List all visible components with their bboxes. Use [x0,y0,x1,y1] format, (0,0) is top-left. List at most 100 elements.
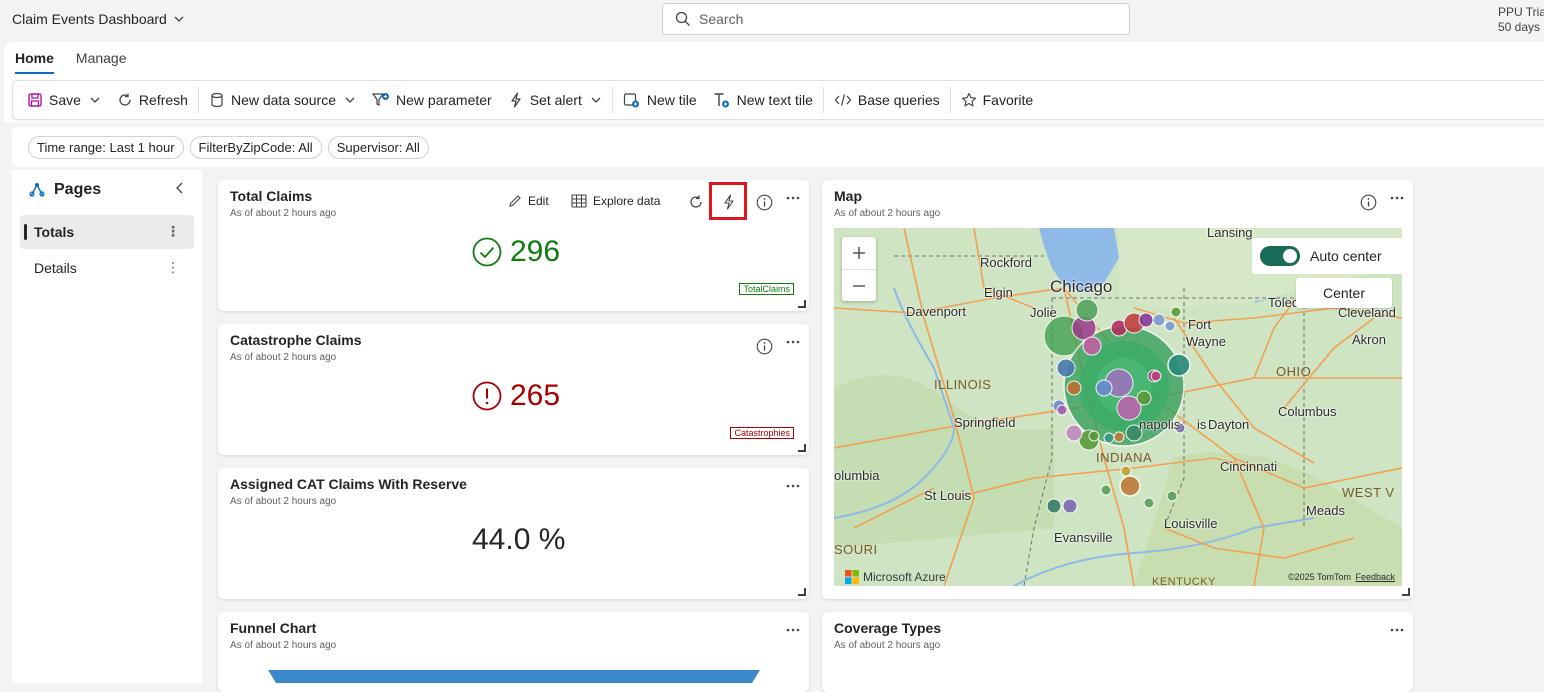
edit-icon [508,194,522,208]
new-text-tile-button[interactable]: New text tile [705,85,821,115]
city-label: Jolie [1030,305,1057,320]
toggle-switch[interactable] [1260,246,1300,266]
check-circle-icon [472,237,502,267]
new-parameter-button[interactable]: New parameter [364,85,500,115]
kpi-tag: Catastrophies [730,427,794,439]
search-placeholder: Search [699,11,744,27]
more-options-icon[interactable] [785,622,801,638]
explore-data-label: Explore data [593,194,661,208]
tile-title: Catastrophe Claims [230,332,362,348]
info-icon[interactable] [756,194,773,211]
tile-assigned-cat-claims[interactable]: Assigned CAT Claims With Reserve As of a… [218,468,809,599]
edit-label: Edit [528,194,549,208]
resize-handle[interactable] [798,588,806,596]
table-icon [571,194,587,208]
funnel-bar [268,670,760,683]
trial-days: 50 days l [1498,20,1544,34]
zoom-control [842,237,876,301]
map-attribution: Microsoft Azure [845,570,946,584]
feedback-link[interactable]: Feedback [1356,572,1396,582]
time-range-filter[interactable]: Time range: Last 1 hour [28,135,184,159]
toolbar: Save Refresh New data source New paramet… [12,80,1544,120]
refresh-icon [117,92,133,108]
auto-center-label: Auto center [1310,248,1382,264]
supervisor-filter[interactable]: Supervisor: All [327,135,429,159]
tab-home[interactable]: Home [15,50,54,74]
kpi-value: 265 [472,379,560,413]
chevron-down-icon [173,13,185,25]
more-options-icon[interactable] [785,334,801,350]
zoom-in-button[interactable] [842,237,876,269]
city-label: Wayne [1186,334,1226,349]
refresh-icon[interactable] [688,194,704,210]
new-tile-label: New tile [646,92,697,108]
attribution-text: Microsoft Azure [863,570,946,584]
save-button[interactable]: Save [13,85,109,115]
tile-coverage-types[interactable]: Coverage Types As of about 2 hours ago [822,612,1413,692]
info-icon[interactable] [1360,194,1377,211]
center-button[interactable]: Center [1296,278,1392,308]
kpi-number: 265 [510,379,561,412]
resize-handle[interactable] [798,444,806,452]
refresh-button[interactable]: Refresh [109,85,196,115]
copyright-text: ©2025 TomTom [1288,572,1351,582]
highlight-box [709,182,747,220]
state-label: WEST V [1342,485,1395,500]
info-icon[interactable] [756,338,773,355]
new-text-tile-label: New text tile [736,92,813,108]
pages-header: Pages [28,181,101,199]
tile-catastrophe-claims[interactable]: Catastrophe Claims As of about 2 hours a… [218,324,809,455]
refresh-label: Refresh [138,92,188,108]
trial-status[interactable]: PPU Trial 50 days l [1498,5,1544,35]
city-label: olumbia [834,468,880,483]
toolbar-divider [822,87,824,113]
kpi-number: 44.0 % [472,523,566,556]
chevron-down-icon[interactable] [89,94,101,106]
explore-data-button[interactable]: Explore data [571,194,660,208]
collapse-pane-button[interactable] [174,181,186,195]
edit-tile-button[interactable]: Edit [508,194,549,208]
set-alert-button[interactable]: Set alert [500,85,610,115]
warning-circle-icon [472,381,502,411]
chevron-down-icon[interactable] [590,94,602,106]
tile-title: Coverage Types [834,620,942,636]
city-label: Chicago [1050,277,1113,296]
trial-label: PPU Trial [1498,5,1544,19]
lightning-icon [508,92,524,108]
page-item-details[interactable]: Details ⋮ [20,251,194,285]
zipcode-filter[interactable]: FilterByZipCode: All [189,135,322,159]
tile-funnel-chart[interactable]: Funnel Chart As of about 2 hours ago [218,612,809,692]
tab-manage[interactable]: Manage [76,50,127,74]
dashboard-title-menu[interactable]: Claim Events Dashboard [12,11,185,27]
new-data-source-button[interactable]: New data source [201,85,364,115]
city-label: Fort [1188,317,1212,332]
tile-timestamp: As of about 2 hours ago [230,640,337,651]
toolbar-divider [949,87,951,113]
toolbar-divider [611,87,613,113]
favorite-button[interactable]: Favorite [953,85,1042,115]
more-options-icon[interactable] [785,478,801,494]
base-queries-button[interactable]: Base queries [826,85,948,115]
more-vertical-icon[interactable]: ⋮ [166,223,180,240]
tile-title: Total Claims [230,188,313,204]
new-tile-button[interactable]: New tile [615,85,705,115]
auto-center-toggle[interactable]: Auto center [1252,238,1404,274]
state-label: OHIO [1276,364,1312,379]
search-input[interactable]: Search [662,3,1130,35]
resize-handle[interactable] [1402,588,1410,596]
state-label: KENTUCKY [1152,576,1216,586]
more-options-icon[interactable] [1389,622,1405,638]
more-vertical-icon[interactable]: ⋮ [166,259,180,276]
more-options-icon[interactable] [1389,190,1405,206]
page-label: Totals [34,224,75,240]
tile-timestamp: As of about 2 hours ago [230,352,337,363]
page-item-totals[interactable]: Totals ⋮ [20,215,194,249]
dashboard-title: Claim Events Dashboard [12,11,167,27]
base-queries-label: Base queries [857,92,940,108]
city-label: Rockford [980,255,1033,270]
chevron-down-icon[interactable] [344,94,356,106]
resize-handle[interactable] [798,300,806,308]
microsoft-logo-icon [845,570,859,584]
zoom-out-button[interactable] [842,269,876,302]
more-options-icon[interactable] [785,190,801,206]
